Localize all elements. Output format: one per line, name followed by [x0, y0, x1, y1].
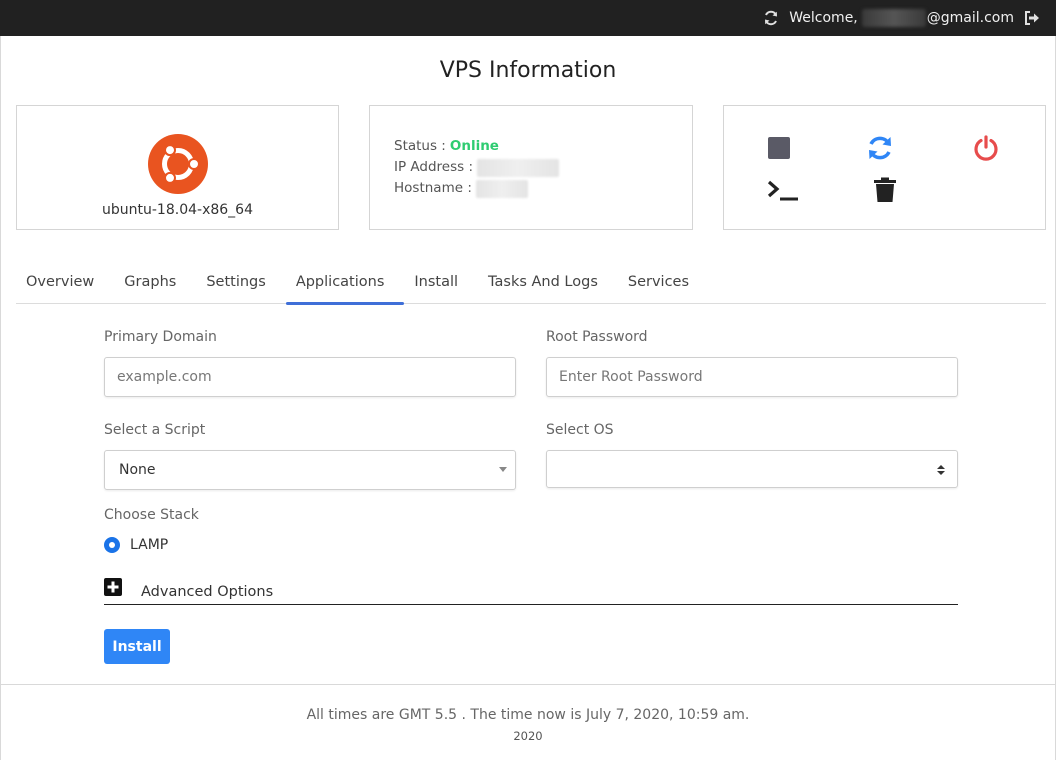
advanced-options-toggle[interactable]: Advanced Options [104, 575, 958, 605]
root-password-input[interactable] [546, 357, 958, 397]
ip-row: IP Address : [394, 157, 560, 178]
status-badge: Online [449, 138, 499, 154]
hostname-label: Hostname : [394, 180, 472, 196]
choose-stack-label: Choose Stack [104, 507, 199, 523]
status-label: Status : [394, 138, 446, 154]
primary-domain-label: Primary Domain [104, 329, 217, 345]
status-row: Status : Online [394, 136, 559, 157]
email-suffix: @gmail.com [926, 10, 1014, 26]
footer: All times are GMT 5.5 . The time now is … [0, 684, 1056, 760]
os-select-label: Select OS [546, 422, 614, 438]
tab-tasks-and-logs[interactable]: Tasks And Logs [478, 266, 618, 304]
stack-option-lamp[interactable]: LAMP [104, 537, 168, 553]
refresh-icon[interactable] [763, 10, 779, 26]
primary-domain-input[interactable] [104, 357, 516, 397]
page-title: VPS Information [439, 58, 617, 83]
ubuntu-logo-icon [148, 134, 208, 194]
tab-applications[interactable]: Applications [285, 266, 405, 305]
footer-time-text: All times are GMT 5.5 . The time now is … [306, 707, 750, 723]
stop-square-icon[interactable] [765, 134, 793, 162]
plus-square-icon[interactable] [104, 577, 122, 596]
os-card: ubuntu-18.04-x86_64 [16, 105, 339, 230]
chevron-down-icon [499, 467, 507, 472]
server-info-card: Status : Online IP Address : Hostname : [369, 105, 693, 230]
tab-settings[interactable]: Settings [196, 266, 285, 304]
hostname-row: Hostname : [394, 178, 559, 199]
tab-overview[interactable]: Overview [16, 266, 114, 304]
radio-selected-icon[interactable] [104, 537, 120, 553]
os-name: ubuntu-18.04-x86_64 [102, 202, 253, 218]
redacted-hostname [475, 179, 528, 198]
top-bar: Welcome, @gmail.com [0, 0, 1056, 36]
advanced-options-label: Advanced Options [141, 583, 274, 600]
ip-label: IP Address : [394, 159, 474, 175]
redacted-ip [477, 158, 560, 177]
footer-year: 2020 [513, 729, 543, 743]
power-icon[interactable] [972, 134, 1000, 162]
welcome-text: Welcome, @gmail.com [789, 9, 1014, 27]
stack-option-label: LAMP [130, 537, 169, 553]
script-selected-value: None [119, 462, 156, 478]
root-password-label: Root Password [546, 329, 648, 345]
tab-services[interactable]: Services [618, 266, 709, 304]
tab-install[interactable]: Install [404, 266, 478, 304]
logout-icon[interactable] [1024, 10, 1040, 26]
restart-icon[interactable] [866, 134, 894, 162]
welcome-label: Welcome, [789, 10, 858, 26]
script-select-label: Select a Script [104, 422, 206, 438]
tab-bar: Overview Graphs Settings Applications In… [16, 266, 1046, 305]
redacted-username [861, 9, 926, 27]
os-select[interactable] [546, 450, 958, 488]
trash-icon[interactable] [871, 176, 899, 204]
terminal-icon[interactable] [766, 176, 800, 204]
script-select[interactable]: None [104, 450, 516, 490]
install-button[interactable]: Install [104, 629, 170, 664]
sort-arrows-icon [937, 465, 945, 475]
tab-graphs[interactable]: Graphs [114, 266, 196, 304]
actions-card [723, 105, 1046, 230]
